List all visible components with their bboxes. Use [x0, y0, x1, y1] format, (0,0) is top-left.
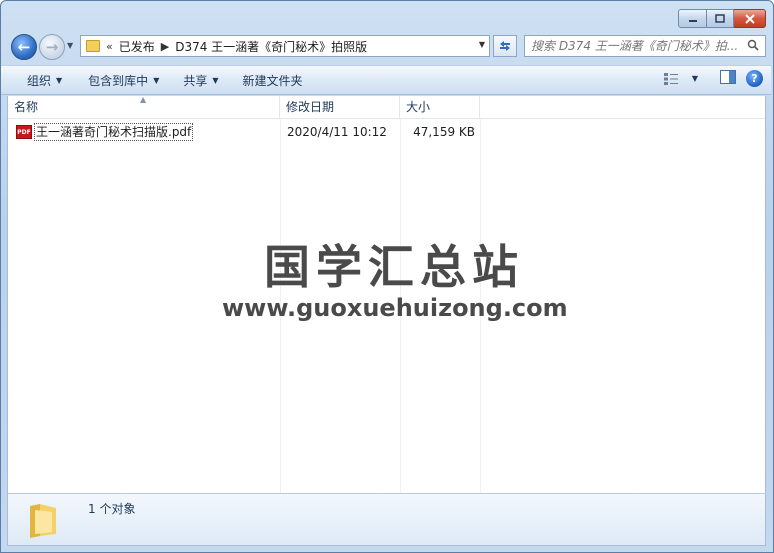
breadcrumb-item-current[interactable]: D374 王一涵著《奇门秘术》拍照版	[175, 38, 367, 55]
organize-button[interactable]: 组织 ▼	[17, 69, 72, 91]
refresh-icon	[500, 41, 510, 51]
maximize-button[interactable]	[707, 9, 734, 28]
minimize-button[interactable]	[678, 9, 707, 28]
help-glyph: ?	[751, 72, 758, 85]
chevron-down-icon: ▼	[153, 75, 160, 85]
toolbar-right: ▼ ?	[663, 70, 763, 87]
new-folder-button[interactable]: 新建文件夹	[233, 69, 313, 91]
column-name-label: 名称	[14, 100, 39, 114]
forward-arrow-icon: →	[45, 38, 59, 56]
column-size-label: 大小	[406, 100, 431, 114]
watermark-title: 国学汇总站	[264, 240, 524, 294]
address-bar[interactable]: « 已发布 ▶ D374 王一涵著《奇门秘术》拍照版 ▼	[80, 35, 490, 57]
chevron-down-icon: ▼	[56, 75, 63, 85]
item-count: 1 个对象	[88, 502, 136, 516]
minimize-icon	[688, 19, 697, 22]
sort-ascending-icon: ▲	[140, 95, 147, 104]
breadcrumb-chevron-icon[interactable]: ▶	[161, 40, 169, 53]
new-folder-label: 新建文件夹	[242, 73, 303, 88]
include-library-button[interactable]: 包含到库中 ▼	[78, 69, 169, 91]
file-list[interactable]: ▲ 名称 修改日期 大小 PDF 王一涵著奇门秘术扫描版.pdf 2020/4/…	[7, 95, 766, 493]
column-date-label: 修改日期	[286, 100, 335, 114]
column-header-row: ▲ 名称 修改日期 大小	[8, 95, 765, 119]
help-icon[interactable]: ?	[746, 70, 763, 87]
refresh-button[interactable]	[493, 35, 517, 57]
preview-pane-icon	[720, 70, 736, 84]
file-row[interactable]: PDF 王一涵著奇门秘术扫描版.pdf 2020/4/11 10:12 47,1…	[8, 122, 765, 142]
share-label: 共享	[183, 73, 208, 88]
pdf-file-icon: PDF	[16, 125, 32, 139]
change-view-button[interactable]	[663, 72, 682, 86]
address-dropdown-icon[interactable]: ▼	[479, 40, 485, 49]
search-box[interactable]	[524, 35, 766, 57]
file-size: 47,159 KB	[413, 125, 475, 139]
include-library-label: 包含到库中	[88, 73, 149, 88]
share-button[interactable]: 共享 ▼	[173, 69, 228, 91]
recent-pages-dropdown[interactable]: ▼	[67, 41, 73, 50]
maximize-icon	[715, 14, 725, 23]
folder-icon	[30, 504, 56, 538]
caption-buttons	[678, 9, 766, 28]
search-icon[interactable]	[747, 39, 759, 51]
close-icon	[744, 13, 755, 24]
column-header-name[interactable]: ▲ 名称	[8, 95, 280, 119]
back-arrow-icon: ←	[17, 38, 31, 56]
chevron-down-icon: ▼	[212, 75, 219, 85]
preview-pane-button[interactable]	[720, 70, 736, 87]
back-button[interactable]: ←	[11, 34, 37, 60]
file-name[interactable]: 王一涵著奇门秘术扫描版.pdf	[34, 123, 194, 141]
details-pane: 1 个对象	[7, 493, 766, 546]
column-header-size[interactable]: 大小	[400, 96, 480, 119]
view-options-dropdown[interactable]: ▼	[692, 74, 698, 83]
breadcrumb-overflow[interactable]: «	[106, 40, 113, 53]
pdf-glyph: PDF	[17, 128, 31, 136]
command-bar: 组织 ▼ 包含到库中 ▼ 共享 ▼ 新建文件夹 ▼ ?	[1, 65, 771, 95]
view-list-icon	[663, 72, 678, 85]
file-modified-date: 2020/4/11 10:12	[287, 125, 387, 139]
search-input[interactable]	[531, 37, 741, 55]
breadcrumb-item-published[interactable]: 已发布	[119, 38, 155, 55]
watermark-url: www.guoxuehuizong.com	[222, 294, 568, 322]
column-header-date[interactable]: 修改日期	[280, 96, 400, 119]
forward-button[interactable]: →	[39, 34, 65, 60]
close-button[interactable]	[734, 9, 766, 28]
organize-label: 组织	[27, 73, 52, 88]
folder-icon	[86, 40, 100, 52]
